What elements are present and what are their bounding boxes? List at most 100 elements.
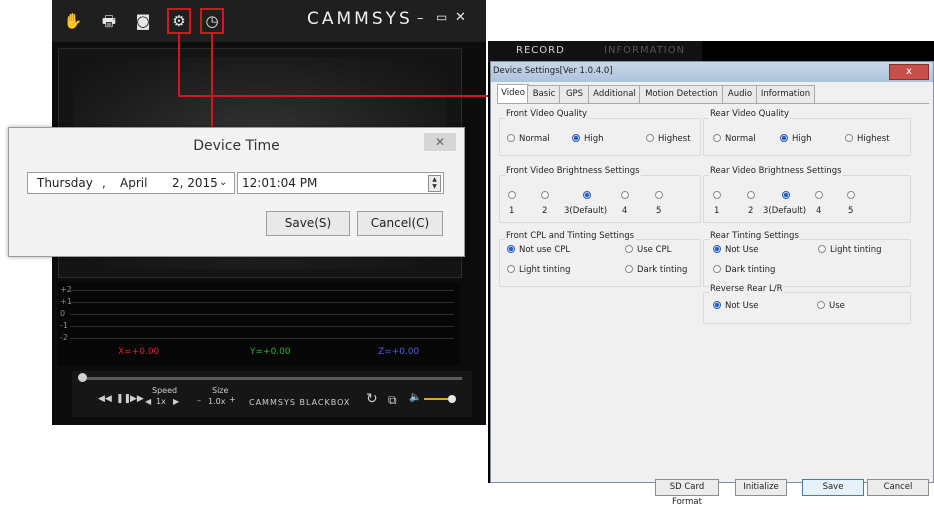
- rear-brightness-2-radio[interactable]: [747, 191, 755, 199]
- time-spinner[interactable]: ▲ ▼: [428, 175, 441, 192]
- radio-selected-icon: [572, 134, 580, 142]
- close-button[interactable]: ✕: [455, 10, 466, 25]
- rear-brightness-4-radio[interactable]: [815, 191, 823, 199]
- rear-light-tinting[interactable]: Light tinting: [818, 245, 881, 256]
- rear-brightness-5-radio[interactable]: [847, 191, 855, 199]
- tab-video[interactable]: Video: [497, 84, 529, 104]
- rear-tint-not-use[interactable]: Not Use: [713, 245, 758, 256]
- rear-dark-tinting[interactable]: Dark tinting: [713, 265, 775, 276]
- pause-icon[interactable]: ❚❚: [116, 394, 131, 404]
- connector-line: [211, 34, 213, 128]
- rear-quality-highest[interactable]: Highest: [845, 134, 890, 145]
- rear-brightness-label: 5: [848, 206, 854, 216]
- tab-audio[interactable]: Audio: [722, 85, 758, 103]
- size-up-button[interactable]: +: [229, 395, 236, 404]
- reverse-not-use[interactable]: Not Use: [713, 301, 758, 312]
- day-year-field[interactable]: 2, 2015: [172, 173, 218, 193]
- tab-information[interactable]: INFORMATION: [604, 45, 685, 56]
- front-cpl-use[interactable]: Use CPL: [625, 245, 671, 256]
- radio-icon: [817, 301, 825, 309]
- spinner-up-icon[interactable]: ▲: [429, 176, 440, 183]
- option-label: Light tinting: [519, 265, 571, 275]
- seek-bar[interactable]: [82, 377, 462, 380]
- rear-brightness-group: [703, 175, 911, 223]
- rear-quality-title: Rear Video Quality: [709, 109, 791, 119]
- speed-down-icon[interactable]: ◀: [145, 397, 151, 406]
- weekday-field[interactable]: Thursday: [37, 173, 93, 193]
- time-picker[interactable]: 12:01:04 PM ▲ ▼: [237, 172, 444, 194]
- date-picker[interactable]: Thursday , April 2, 2015 ⌄: [27, 172, 235, 194]
- front-cpl-not-use[interactable]: Not use CPL: [507, 245, 570, 256]
- tab-basic[interactable]: Basic: [527, 85, 561, 103]
- camera-icon[interactable]: ◙: [132, 10, 154, 32]
- fullscreen-icon[interactable]: ⧉: [388, 393, 397, 408]
- option-label: Light tinting: [830, 245, 882, 255]
- fast-forward-icon[interactable]: ▶▶: [130, 394, 144, 404]
- front-quality-high[interactable]: High: [572, 134, 604, 145]
- cancel-button[interactable]: Cancel: [867, 479, 929, 496]
- front-quality-normal[interactable]: Normal: [507, 134, 550, 145]
- tab-additional[interactable]: Additional: [588, 85, 641, 103]
- front-dark-tinting[interactable]: Dark tinting: [625, 265, 687, 276]
- front-cpl-title: Front CPL and Tinting Settings: [505, 231, 636, 241]
- chevron-down-icon[interactable]: ⌄: [219, 173, 227, 193]
- front-brightness-5-radio[interactable]: [655, 191, 663, 199]
- rear-brightness-label: 3(Default): [763, 206, 807, 216]
- spinner-down-icon[interactable]: ▼: [429, 183, 440, 190]
- speed-up-icon[interactable]: ▶: [173, 397, 179, 406]
- close-icon[interactable]: ✕: [424, 133, 456, 151]
- tab-information[interactable]: Information: [756, 85, 815, 103]
- volume-handle[interactable]: [448, 395, 456, 403]
- radio-icon: [713, 265, 721, 273]
- front-brightness-3-radio[interactable]: [583, 191, 591, 199]
- size-value: 1.0x: [208, 397, 226, 406]
- date-separator: ,: [102, 176, 106, 190]
- connector-line: [178, 34, 180, 96]
- rear-brightness-3-radio[interactable]: [782, 191, 790, 199]
- front-brightness-label: 2: [542, 206, 548, 216]
- front-brightness-1-radio[interactable]: [508, 191, 516, 199]
- graph-y-label: +2: [60, 285, 72, 294]
- front-brightness-4-radio[interactable]: [621, 191, 629, 199]
- settings-close-button[interactable]: x: [889, 64, 929, 80]
- seek-handle[interactable]: [78, 373, 87, 382]
- tab-motion-detection[interactable]: Motion Detection: [639, 85, 724, 103]
- month-field[interactable]: April: [120, 173, 147, 193]
- save-button[interactable]: Save: [802, 479, 864, 496]
- maximize-button[interactable]: ▭: [436, 10, 447, 24]
- volume-slider[interactable]: [424, 398, 450, 400]
- sd-card-format-button[interactable]: SD Card Format: [655, 479, 719, 507]
- device-settings-window: Device Settings[Ver 1.0.4.0] x Video Bas…: [490, 61, 934, 507]
- initialize-button[interactable]: Initialize: [735, 479, 787, 496]
- front-quality-highest[interactable]: Highest: [646, 134, 691, 145]
- rear-quality-normal[interactable]: Normal: [713, 134, 756, 145]
- print-icon[interactable]: 🖶: [98, 10, 120, 32]
- radio-selected-icon: [713, 245, 721, 253]
- front-brightness-label: 5: [656, 206, 662, 216]
- rotate-icon[interactable]: ↻: [366, 391, 378, 407]
- reverse-title: Reverse Rear L/R: [709, 284, 784, 294]
- rear-tinting-title: Rear Tinting Settings: [709, 231, 800, 241]
- front-light-tinting[interactable]: Light tinting: [507, 265, 570, 276]
- rear-brightness-1-radio[interactable]: [713, 191, 721, 199]
- time-value[interactable]: 12:01:04 PM: [242, 173, 317, 193]
- rear-quality-high[interactable]: High: [780, 134, 812, 145]
- option-label: Dark tinting: [725, 265, 776, 275]
- front-brightness-label: 4: [622, 206, 628, 216]
- radio-icon: [818, 245, 826, 253]
- size-down-button[interactable]: –: [197, 396, 201, 405]
- settings-caption: Device Settings[Ver 1.0.4.0]: [493, 66, 613, 76]
- tab-gps[interactable]: GPS: [559, 85, 590, 103]
- reverse-use[interactable]: Use: [817, 301, 845, 312]
- speed-label: Speed: [152, 386, 178, 395]
- cancel-time-button[interactable]: Cancel(C): [357, 211, 443, 236]
- rewind-icon[interactable]: ◀◀: [98, 394, 112, 404]
- tab-record[interactable]: RECORD: [516, 45, 565, 56]
- player-tab-bar: RECORD INFORMATION: [488, 41, 702, 63]
- hand-icon[interactable]: ✋: [62, 10, 84, 32]
- front-brightness-2-radio[interactable]: [541, 191, 549, 199]
- clock-highlight-box: [200, 8, 224, 34]
- volume-icon[interactable]: 🔈: [409, 392, 421, 403]
- minimize-button[interactable]: –: [417, 11, 424, 26]
- save-time-button[interactable]: Save(S): [266, 211, 350, 236]
